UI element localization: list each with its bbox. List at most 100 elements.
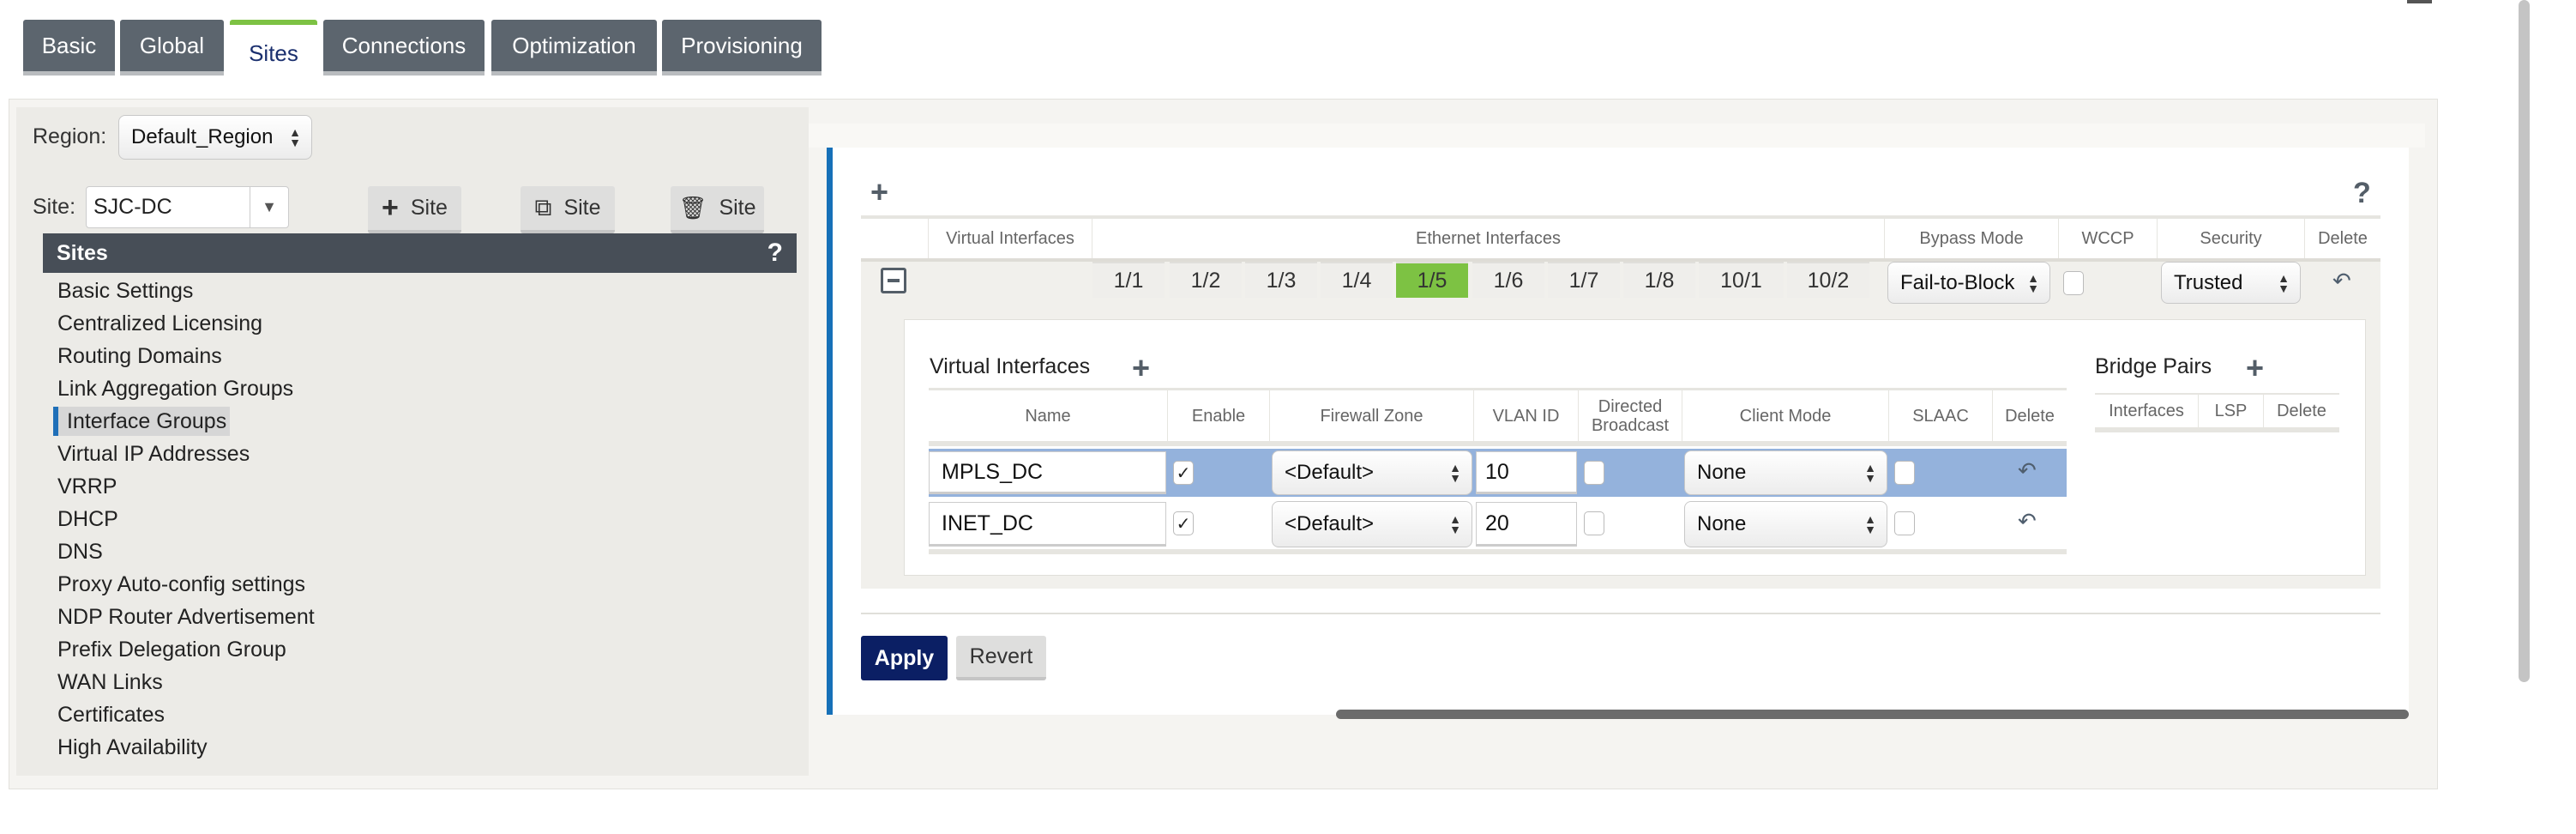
select-arrows-icon: ▲ ▼ xyxy=(1449,512,1461,536)
vi-header: Delete xyxy=(2005,406,2055,426)
header-security: Security xyxy=(2158,219,2305,258)
slaac-checkbox[interactable] xyxy=(1894,461,1915,485)
trash-icon: 🗑 xyxy=(678,195,707,221)
vi-header: VLAN ID xyxy=(1474,390,1579,441)
copy-site-button[interactable]: ⧉ Site xyxy=(521,186,615,233)
select-arrows-icon: ▲ ▼ xyxy=(1864,461,1876,485)
sidebar-item[interactable]: Proxy Auto-config settings xyxy=(57,570,305,599)
sites-header-title: Sites xyxy=(57,240,108,265)
horizontal-scrollbar[interactable] xyxy=(1336,710,2409,719)
ethernet-interface-button[interactable]: 1/2 xyxy=(1170,262,1242,298)
interface-groups-header: Virtual Interfaces Ethernet Interfaces B… xyxy=(861,215,2380,258)
sidebar-item[interactable]: Routing Domains xyxy=(57,341,222,371)
header-wccp: WCCP xyxy=(2059,219,2158,258)
sidebar-item[interactable]: DNS xyxy=(57,537,103,566)
ethernet-interface-button[interactable]: 10/2 xyxy=(1787,262,1869,298)
vi-header: Name xyxy=(929,390,1168,441)
tab-optimization[interactable]: Optimization xyxy=(491,20,657,76)
add-virtual-interface-icon[interactable]: + xyxy=(1132,353,1150,384)
menu-icon[interactable] xyxy=(2407,0,2432,3)
ethernet-interface-button[interactable]: 1/3 xyxy=(1245,262,1317,298)
revert-button[interactable]: Revert xyxy=(956,636,1046,680)
add-interface-group-icon[interactable]: + xyxy=(870,177,888,208)
sidebar-item[interactable]: Basic Settings xyxy=(57,276,193,305)
ethernet-interface-button[interactable]: 10/1 xyxy=(1699,262,1784,298)
add-bridge-pair-icon[interactable]: + xyxy=(2246,353,2264,384)
sidebar-item[interactable]: Interface Groups xyxy=(53,407,231,436)
select-arrows-icon: ▲ ▼ xyxy=(289,125,301,149)
tab-provisioning[interactable]: Provisioning xyxy=(662,20,822,76)
divider xyxy=(861,613,2380,614)
site-value: SJC-DC xyxy=(93,195,172,219)
client-mode-value: None xyxy=(1697,461,1747,484)
copy-icon: ⧉ xyxy=(534,194,552,221)
tab-global[interactable]: Global xyxy=(120,20,224,76)
sidebar-item[interactable]: Link Aggregation Groups xyxy=(57,374,293,403)
sidebar-item[interactable]: VRRP xyxy=(57,472,117,501)
sites-header: Sites ? xyxy=(43,233,797,273)
security-value: Trusted xyxy=(2174,270,2243,294)
copy-site-label: Site xyxy=(563,196,601,220)
vi-header: Directed Broadcast xyxy=(1579,390,1682,441)
ethernet-interface-button[interactable]: 1/8 xyxy=(1623,262,1695,298)
firewall-zone-select[interactable]: <Default> ▲ ▼ xyxy=(1272,450,1472,495)
name-input[interactable]: INET_DC xyxy=(929,502,1166,547)
sidebar-item[interactable]: Prefix Delegation Group xyxy=(57,635,286,664)
undo-icon[interactable]: ↶ xyxy=(2018,457,2037,484)
client-mode-select[interactable]: None ▲ ▼ xyxy=(1684,501,1887,547)
tab-connections[interactable]: Connections xyxy=(323,20,485,76)
add-site-button[interactable]: + Site xyxy=(368,186,461,233)
select-arrows-icon: ▲ ▼ xyxy=(1864,512,1876,536)
region-value: Default_Region xyxy=(131,125,274,148)
bypass-mode-select[interactable]: Fail-to-Block ▲ ▼ xyxy=(1887,262,2050,304)
virtual-interfaces-header: Name Enable Firewall Zone VLAN ID Directed B… xyxy=(929,388,2067,446)
region-select[interactable]: Default_Region ▲ ▼ xyxy=(118,115,312,160)
vi-header: Firewall Zone xyxy=(1270,390,1474,441)
security-select[interactable]: Trusted ▲ ▼ xyxy=(2161,262,2301,304)
delete-site-button[interactable]: 🗑 Site xyxy=(671,186,764,233)
ethernet-interface-button[interactable]: 1/4 xyxy=(1321,262,1393,298)
ethernet-interface-button[interactable]: 1/1 xyxy=(1092,262,1165,298)
bridge-pairs-header: Interfaces LSP Delete xyxy=(2095,393,2339,432)
slaac-checkbox[interactable] xyxy=(1894,511,1915,535)
sidebar-item[interactable]: WAN Links xyxy=(57,668,163,697)
directed-broadcast-checkbox[interactable] xyxy=(1584,511,1604,535)
sidebar-item[interactable]: DHCP xyxy=(57,505,118,534)
help-icon[interactable]: ? xyxy=(767,239,783,268)
plus-icon: + xyxy=(382,191,399,224)
ethernet-interface-button[interactable]: 1/7 xyxy=(1548,262,1620,298)
sidebar-item[interactable]: Certificates xyxy=(57,700,165,729)
ethernet-interface-button[interactable]: 1/6 xyxy=(1472,262,1544,298)
vlan-id-input[interactable]: 10 xyxy=(1476,451,1577,494)
name-input[interactable]: MPLS_DC xyxy=(929,451,1166,494)
enable-checkbox[interactable]: ✓ xyxy=(1173,511,1194,535)
apply-button[interactable]: Apply xyxy=(861,636,948,680)
ethernet-interface-button[interactable]: 1/5 xyxy=(1396,262,1468,298)
tab-basic[interactable]: Basic xyxy=(23,20,115,76)
directed-broadcast-checkbox[interactable] xyxy=(1584,461,1604,485)
firewall-zone-value: <Default> xyxy=(1285,461,1375,484)
bridge-pairs-title: Bridge Pairs xyxy=(2095,354,2212,378)
undo-icon[interactable]: ↶ xyxy=(2332,268,2351,294)
header-delete: Delete xyxy=(2277,402,2326,420)
select-arrows-icon: ▲ ▼ xyxy=(2027,270,2039,295)
bypass-mode-value: Fail-to-Block xyxy=(1900,270,2015,294)
client-mode-select[interactable]: None ▲ ▼ xyxy=(1684,450,1887,495)
region-label: Region: xyxy=(33,124,107,148)
sidebar-item[interactable]: Centralized Licensing xyxy=(57,309,262,338)
site-combobox[interactable]: SJC-DC ▼ xyxy=(86,186,289,228)
sidebar-item[interactable]: NDP Router Advertisement xyxy=(57,602,315,632)
vlan-id-input[interactable]: 20 xyxy=(1476,502,1577,547)
tab-sites[interactable]: Sites xyxy=(230,20,317,76)
collapse-icon[interactable] xyxy=(881,268,906,293)
sidebar-item[interactable]: High Availability xyxy=(57,733,208,762)
sidebar-item[interactable]: Virtual IP Addresses xyxy=(57,439,250,468)
help-icon[interactable]: ? xyxy=(2353,177,2371,210)
undo-icon[interactable]: ↶ xyxy=(2018,508,2037,535)
firewall-zone-select[interactable]: <Default> ▲ ▼ xyxy=(1272,501,1472,547)
vertical-scrollbar[interactable] xyxy=(2519,0,2530,682)
select-arrows-icon: ▲ ▼ xyxy=(2278,270,2290,295)
wccp-checkbox[interactable] xyxy=(2063,271,2084,295)
chevron-down-icon[interactable]: ▼ xyxy=(250,187,288,227)
enable-checkbox[interactable]: ✓ xyxy=(1173,461,1194,485)
